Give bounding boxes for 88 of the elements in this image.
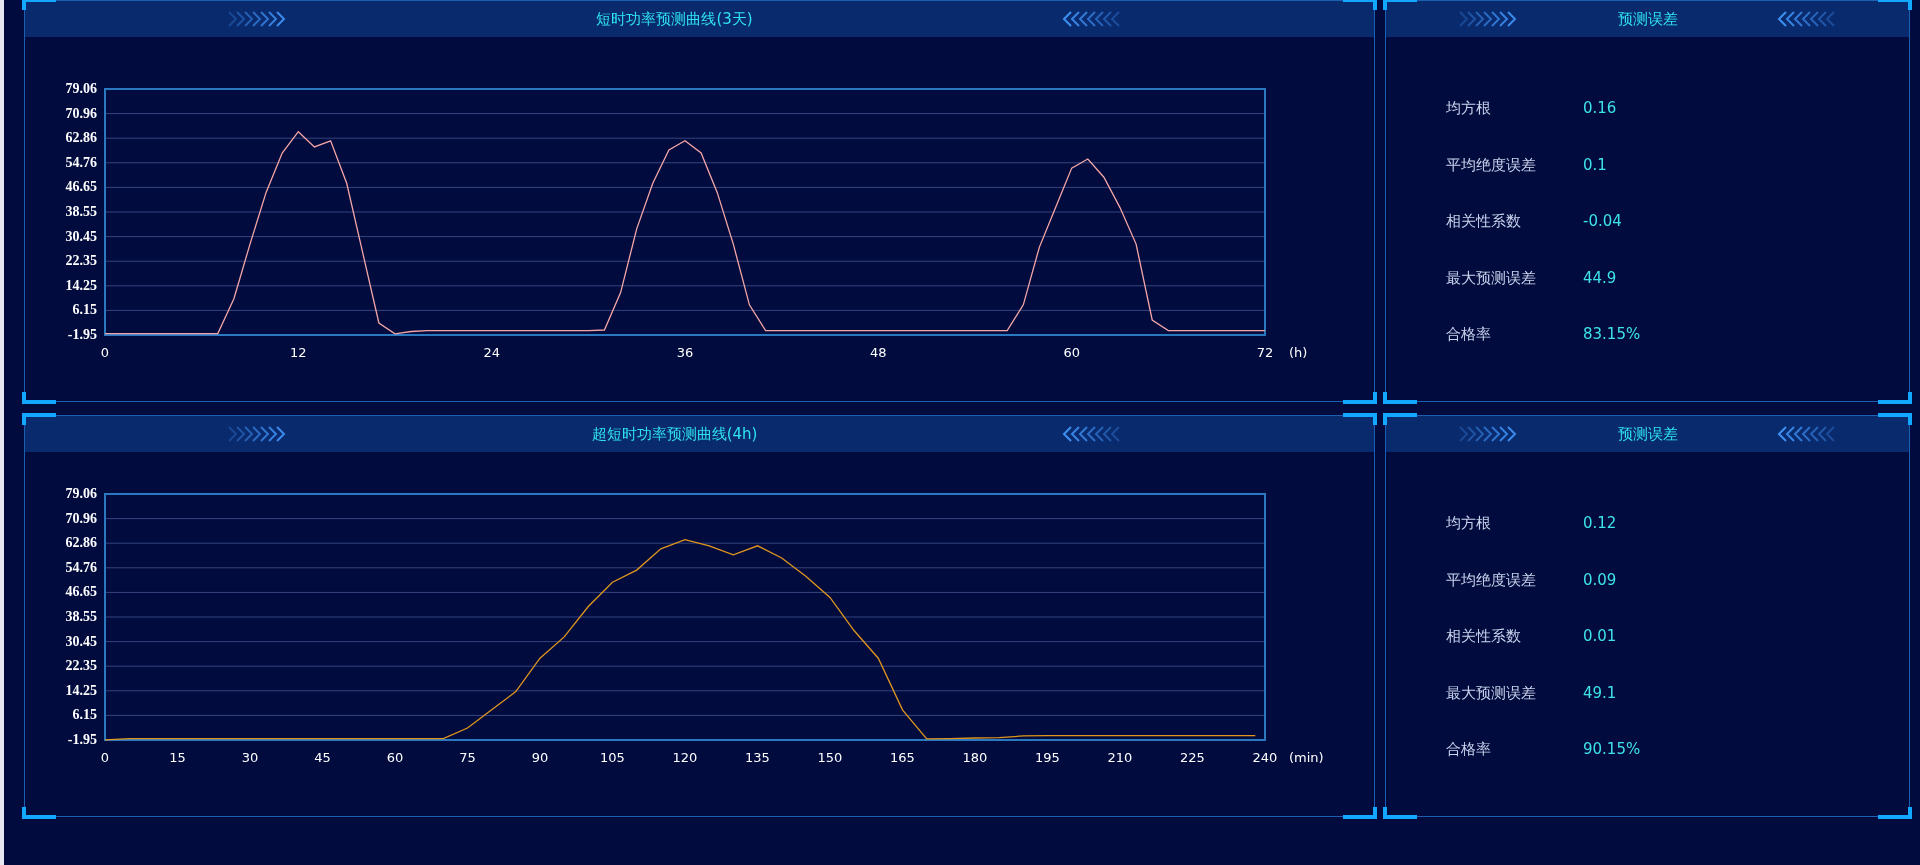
axis-tick-label: 46.65 [65, 179, 97, 195]
axis-tick-label: 14.25 [65, 682, 97, 698]
corner-ornament [1878, 392, 1912, 404]
axis-tick-label: 210 [1107, 750, 1133, 765]
axis-tick-label: 54.76 [65, 559, 97, 575]
axis-tick-label: 150 [817, 750, 843, 765]
corner-ornament [1383, 392, 1417, 404]
axis-tick-label: 30.45 [65, 633, 97, 649]
corner-ornament [1383, 413, 1417, 425]
metric-label: 合格率 [1446, 739, 1492, 760]
axis-tick-label: 70.96 [65, 510, 97, 526]
axis-tick-label: 135 [745, 750, 770, 765]
axis-tick-label: 22.35 [65, 658, 97, 674]
corner-ornament [1878, 807, 1912, 819]
axis-tick-label: 165 [890, 750, 915, 765]
metric-label: 平均绝度误差 [1446, 569, 1537, 591]
corner-ornament [22, 413, 56, 425]
axis-tick-label: 240 [1252, 750, 1278, 765]
corner-ornament [1343, 0, 1377, 10]
metric-label: 最大预测误差 [1446, 682, 1537, 704]
axis-tick-label: 48 [870, 345, 887, 360]
corner-ornament [1343, 807, 1377, 819]
metric-label: 均方根 [1446, 98, 1492, 119]
metric-value: 44.9 [1583, 267, 1617, 289]
corner-ornament [1383, 807, 1417, 819]
metric-value: 0.16 [1583, 98, 1617, 119]
axis-tick-label: 62.86 [65, 130, 97, 146]
axis-unit-label: (min) [1289, 750, 1324, 765]
axis-tick-label: 38.55 [65, 204, 97, 219]
metric-value: 90.15% [1583, 739, 1641, 760]
axis-tick-label: 36 [676, 345, 694, 360]
metric-label: 最大预测误差 [1446, 267, 1537, 289]
metric-value: 0.1 [1583, 154, 1607, 176]
axis-unit-label: (h) [1289, 345, 1308, 360]
axis-tick-label: 54.76 [65, 154, 97, 170]
axis-tick-label: -1.95 [67, 732, 97, 747]
axis-tick-label: 79.06 [65, 486, 97, 501]
axis-tick-label: 62.86 [65, 535, 97, 551]
axis-tick-label: 24 [483, 345, 500, 360]
metric-label: 合格率 [1446, 324, 1492, 345]
metric-value: 0.01 [1583, 626, 1617, 647]
corner-ornament [22, 0, 56, 10]
panel-title: 短时功率预测曲线(3天) [595, 8, 754, 30]
metric-value: 0.09 [1583, 569, 1617, 591]
corner-ornament [1343, 413, 1377, 425]
metric-value: 0.12 [1583, 513, 1617, 534]
panel-title: 预测误差 [1616, 423, 1679, 445]
metric-value: 49.1 [1583, 682, 1617, 704]
panel-title: 预测误差 [1616, 8, 1679, 30]
axis-tick-label: 0 [100, 345, 110, 360]
axis-tick-label: 6.15 [72, 302, 97, 318]
metric-label: 均方根 [1446, 513, 1492, 534]
metric-label: 相关性系数 [1446, 626, 1522, 647]
axis-tick-label: 75 [459, 750, 476, 765]
corner-ornament [1878, 413, 1912, 425]
axis-tick-label: 46.65 [65, 584, 97, 600]
corner-ornament [1343, 392, 1377, 404]
corner-ornament [1383, 0, 1417, 10]
axis-tick-label: 195 [1035, 750, 1060, 765]
axis-tick-label: 30.45 [65, 228, 97, 244]
axis-tick-label: 60 [386, 750, 404, 765]
metric-value: -0.04 [1583, 211, 1622, 232]
axis-tick-label: 120 [672, 750, 698, 765]
axis-tick-label: 72 [1256, 345, 1274, 360]
axis-tick-label: 12 [290, 345, 307, 360]
axis-tick-label: -1.95 [67, 327, 97, 342]
corner-ornament [22, 392, 56, 404]
axis-tick-label: 225 [1180, 750, 1205, 765]
axis-tick-label: 30 [241, 750, 259, 765]
metric-value: 83.15% [1583, 324, 1641, 345]
axis-tick-label: 14.25 [65, 277, 97, 293]
axis-tick-label: 79.06 [65, 81, 97, 96]
axis-tick-label: 15 [169, 750, 186, 765]
corner-ornament [1878, 0, 1912, 10]
axis-tick-label: 180 [962, 750, 988, 765]
axis-tick-label: 70.96 [65, 105, 97, 121]
axis-tick-label: 22.35 [65, 253, 97, 269]
axis-tick-label: 60 [1063, 345, 1080, 360]
axis-tick-label: 6.15 [72, 707, 97, 723]
axis-tick-label: 0 [100, 750, 110, 765]
panel-title: 超短时功率预测曲线(4h) [590, 423, 759, 445]
axis-tick-label: 45 [314, 750, 331, 765]
axis-tick-label: 105 [600, 750, 625, 765]
axis-tick-label: 90 [531, 750, 549, 765]
axis-tick-label: 38.55 [65, 609, 97, 624]
corner-ornament [22, 807, 56, 819]
metric-label: 平均绝度误差 [1446, 154, 1537, 176]
metric-label: 相关性系数 [1446, 211, 1522, 232]
